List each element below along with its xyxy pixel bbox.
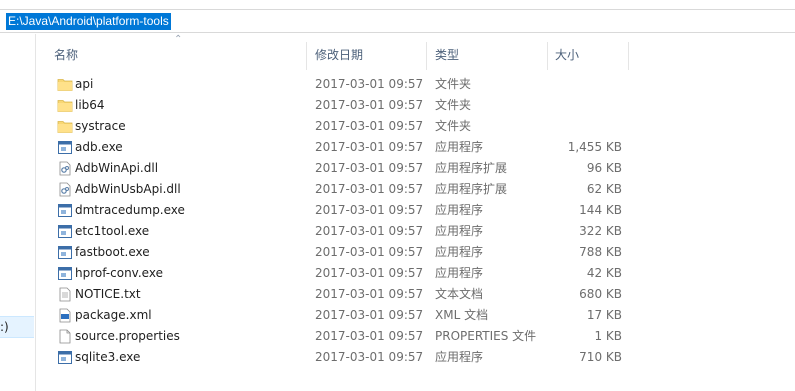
file-date: 2017-03-01 09:57 — [315, 161, 424, 175]
file-size: 680 KB — [579, 287, 622, 301]
file-type: 应用程序 — [435, 350, 484, 364]
dll-icon — [57, 182, 73, 197]
file-type: PROPERTIES 文件 — [435, 329, 537, 343]
file-name: hprof-conv.exe — [75, 266, 163, 280]
file-date: 2017-03-01 09:57 — [315, 245, 424, 259]
file-date: 2017-03-01 09:57 — [315, 140, 424, 154]
file-name: fastboot.exe — [75, 245, 150, 259]
file-row[interactable]: fastboot.exe 2017-03-01 09:57 应用程序 788 KB — [36, 242, 795, 263]
file-size: 788 KB — [579, 245, 622, 259]
file-name: adb.exe — [75, 140, 123, 154]
file-name: package.xml — [75, 308, 152, 322]
file-type: 应用程序 — [435, 140, 484, 154]
address-bar[interactable]: E:\Java\Android\platform-tools — [0, 9, 795, 33]
file-date: 2017-03-01 09:57 — [315, 203, 424, 217]
file-size: 1 KB — [594, 329, 622, 343]
exe-icon — [57, 350, 73, 365]
file-type: 应用程序 — [435, 266, 484, 280]
file-type: 文件夹 — [435, 77, 472, 91]
file-size: 42 KB — [586, 266, 622, 280]
file-type: 应用程序扩展 — [435, 182, 508, 196]
exe-icon — [57, 245, 73, 260]
file-name: dmtracedump.exe — [75, 203, 185, 217]
text-file-icon — [57, 287, 73, 302]
file-date: 2017-03-01 09:57 — [315, 350, 424, 364]
file-size: 62 KB — [586, 182, 622, 196]
file-type: 应用程序 — [435, 203, 484, 217]
file-row[interactable]: lib64 2017-03-01 09:57 文件夹 — [36, 95, 795, 116]
file-row[interactable]: etc1tool.exe 2017-03-01 09:57 应用程序 322 KB — [36, 221, 795, 242]
file-type: 文本文档 — [435, 287, 484, 301]
file-row[interactable]: adb.exe 2017-03-01 09:57 应用程序 1,455 KB — [36, 137, 795, 158]
file-type: XML 文档 — [435, 308, 489, 322]
file-row[interactable]: AdbWinUsbApi.dll 2017-03-01 09:57 应用程序扩展 62… — [36, 179, 795, 200]
file-name: sqlite3.exe — [75, 350, 141, 364]
column-header-bar: ⌃ 名称 修改日期 类型 大小 — [36, 34, 795, 70]
file-size: 322 KB — [579, 224, 622, 238]
file-type: 文件夹 — [435, 98, 472, 112]
file-name: AdbWinApi.dll — [75, 161, 159, 175]
file-name: NOTICE.txt — [75, 287, 141, 301]
file-name: systrace — [75, 119, 126, 133]
xml-file-icon — [57, 308, 73, 323]
file-name: AdbWinUsbApi.dll — [75, 182, 181, 196]
file-type: 应用程序扩展 — [435, 161, 508, 175]
file-size: 144 KB — [579, 203, 622, 217]
file-date: 2017-03-01 09:57 — [315, 266, 424, 280]
file-size: 710 KB — [579, 350, 622, 364]
file-date: 2017-03-01 09:57 — [315, 287, 424, 301]
exe-icon — [57, 203, 73, 218]
file-row[interactable]: sqlite3.exe 2017-03-01 09:57 应用程序 710 KB — [36, 347, 795, 368]
folder-icon — [57, 98, 73, 113]
exe-icon — [57, 140, 73, 155]
file-row[interactable]: source.properties 2017-03-01 09:57 PROPERT… — [36, 326, 795, 347]
file-row[interactable]: systrace 2017-03-01 09:57 文件夹 — [36, 116, 795, 137]
navigation-pane: :) — [0, 34, 36, 391]
column-header-date[interactable]: 修改日期 — [315, 46, 363, 68]
column-divider[interactable] — [426, 42, 427, 70]
column-header-size[interactable]: 大小 — [555, 46, 579, 68]
generic-file-icon — [57, 329, 73, 344]
sort-ascending-icon: ⌃ — [174, 34, 183, 45]
file-row[interactable]: dmtracedump.exe 2017-03-01 09:57 应用程序 144 K… — [36, 200, 795, 221]
file-list: api 2017-03-01 09:57 文件夹 lib64 2017-03-01 0… — [36, 74, 795, 368]
file-name: source.properties — [75, 329, 180, 343]
column-divider[interactable] — [628, 42, 629, 70]
file-row[interactable]: AdbWinApi.dll 2017-03-01 09:57 应用程序扩展 96 KB — [36, 158, 795, 179]
file-date: 2017-03-01 09:57 — [315, 308, 424, 322]
file-size: 17 KB — [586, 308, 622, 322]
file-name: lib64 — [75, 98, 105, 112]
column-divider[interactable] — [306, 42, 307, 70]
file-date: 2017-03-01 09:57 — [315, 224, 424, 238]
file-size: 96 KB — [586, 161, 622, 175]
file-date: 2017-03-01 09:57 — [315, 119, 424, 133]
nav-item-label: :) — [0, 320, 9, 334]
dll-icon — [57, 161, 73, 176]
file-row[interactable]: api 2017-03-01 09:57 文件夹 — [36, 74, 795, 95]
file-date: 2017-03-01 09:57 — [315, 77, 424, 91]
file-name: etc1tool.exe — [75, 224, 150, 238]
file-type: 应用程序 — [435, 224, 484, 238]
file-date: 2017-03-01 09:57 — [315, 98, 424, 112]
file-type: 文件夹 — [435, 119, 472, 133]
file-date: 2017-03-01 09:57 — [315, 182, 424, 196]
exe-icon — [57, 266, 73, 281]
folder-icon — [57, 77, 73, 92]
file-row[interactable]: hprof-conv.exe 2017-03-01 09:57 应用程序 42 KB — [36, 263, 795, 284]
folder-icon — [57, 119, 73, 134]
file-name: api — [75, 77, 94, 91]
column-header-type[interactable]: 类型 — [435, 46, 459, 68]
column-header-name[interactable]: 名称 — [54, 46, 78, 68]
file-size: 1,455 KB — [567, 140, 622, 154]
column-divider[interactable] — [547, 42, 548, 70]
nav-item-selected[interactable]: :) — [0, 316, 34, 338]
address-path[interactable]: E:\Java\Android\platform-tools — [6, 13, 171, 30]
file-row[interactable]: NOTICE.txt 2017-03-01 09:57 文本文档 680 KB — [36, 284, 795, 305]
file-date: 2017-03-01 09:57 — [315, 329, 424, 343]
file-type: 应用程序 — [435, 245, 484, 259]
exe-icon — [57, 224, 73, 239]
file-row[interactable]: package.xml 2017-03-01 09:57 XML 文档 17 KB — [36, 305, 795, 326]
